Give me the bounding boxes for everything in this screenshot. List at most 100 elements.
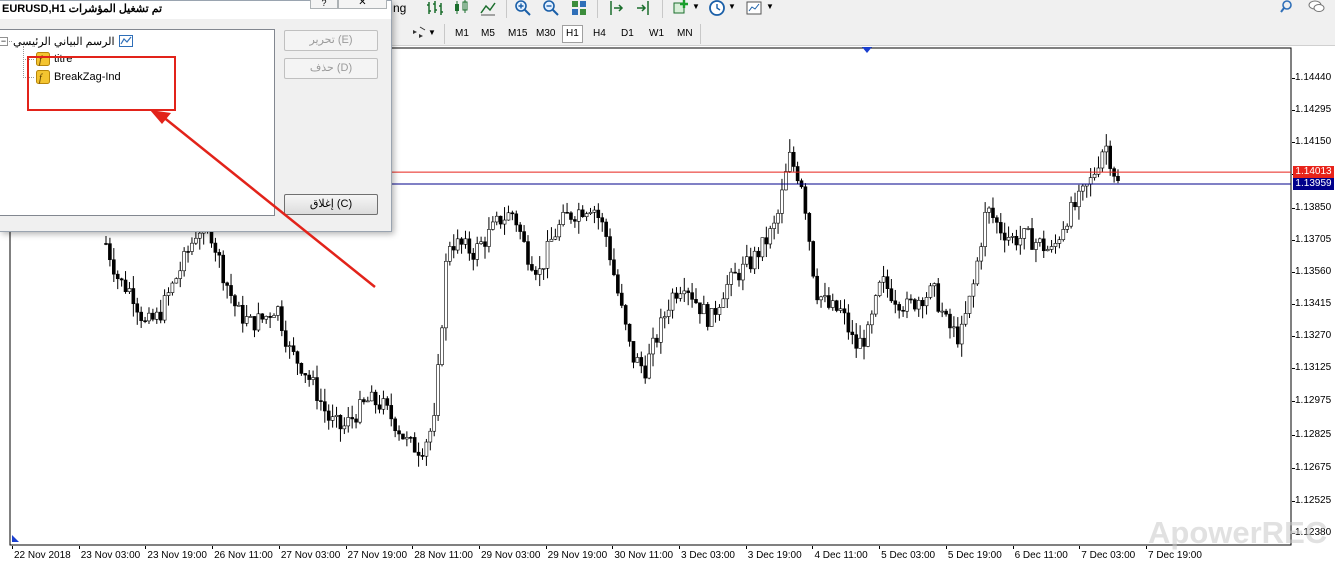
time-tick-mark xyxy=(679,546,681,549)
tree-root-node[interactable]: − الرسم البياني الرئيسي xyxy=(0,33,137,49)
time-tick-label: 7 Dec 03:00 xyxy=(1081,550,1136,561)
bear-candle-body xyxy=(627,323,632,342)
bear-candle-body xyxy=(733,271,737,274)
bear-candle-body xyxy=(530,264,534,271)
bear-candle-body xyxy=(186,251,190,253)
bear-candle-body xyxy=(1108,145,1112,169)
time-tick-label: 4 Dec 11:00 xyxy=(814,550,868,561)
bear-candle-body xyxy=(123,279,128,292)
chart-shift-icon[interactable] xyxy=(605,0,627,18)
bull-candle-body xyxy=(197,232,202,239)
bull-candle-body xyxy=(576,209,581,222)
candlestick-icon[interactable] xyxy=(450,0,472,18)
time-tick-label: 27 Nov 03:00 xyxy=(280,550,341,561)
time-tick-mark xyxy=(212,546,214,549)
delete-button[interactable]: حذف (D) xyxy=(284,58,378,79)
timeframe-h1-button[interactable]: H1 xyxy=(562,25,583,43)
timeframe-mn-button[interactable]: MN xyxy=(674,25,696,43)
zoom-in-icon[interactable] xyxy=(512,0,534,18)
indicators-dialog: EURUSD,H1 تم تشغيل المؤشرات ? ✕ − الرسم … xyxy=(0,0,392,232)
bull-candle-body xyxy=(330,416,335,421)
bull-candle-body xyxy=(194,237,198,244)
chat-icon[interactable] xyxy=(1305,0,1327,17)
bear-candle-body xyxy=(151,312,155,320)
search-icon[interactable] xyxy=(1277,0,1299,17)
bear-candle-body xyxy=(354,418,358,423)
timeframe-w1-button[interactable]: W1 xyxy=(646,25,667,43)
bear-candle-body xyxy=(233,295,237,307)
bear-candle-body xyxy=(389,405,394,420)
bull-candle-body xyxy=(729,271,733,285)
candle xyxy=(705,301,710,331)
bear-candle-body xyxy=(393,418,397,432)
tile-windows-icon[interactable] xyxy=(568,0,590,18)
bull-candle-body xyxy=(1022,228,1027,239)
bar-chart-icon[interactable] xyxy=(424,0,446,18)
help-button[interactable]: ? xyxy=(310,0,338,9)
close-window-button[interactable]: ✕ xyxy=(338,0,387,9)
bull-candle-body xyxy=(178,270,183,279)
bull-candle-body xyxy=(264,316,269,320)
autoscroll-icon[interactable] xyxy=(633,0,655,18)
edit-button[interactable]: تحرير (E) xyxy=(284,30,378,51)
time-tick-label: 29 Nov 03:00 xyxy=(480,550,541,561)
bull-candle-body xyxy=(365,400,370,403)
bear-candle-body xyxy=(323,401,327,412)
bear-candle-body xyxy=(995,217,999,223)
bull-candle-body xyxy=(784,171,788,191)
chevron-down-icon[interactable]: ▼ xyxy=(766,2,774,11)
collapse-icon[interactable]: − xyxy=(0,36,8,46)
bull-candle-body xyxy=(905,298,909,312)
objects-icon[interactable] xyxy=(408,23,430,43)
bear-candle-body xyxy=(108,243,112,261)
bear-candle-body xyxy=(737,272,741,281)
bear-candle-body xyxy=(112,259,116,275)
bull-candle-body xyxy=(557,224,562,238)
timeframe-m15-button[interactable]: M15 xyxy=(505,25,530,43)
bull-candle-body xyxy=(1092,173,1097,178)
chevron-down-icon[interactable]: ▼ xyxy=(428,28,436,37)
bear-candle-body xyxy=(338,414,343,430)
time-tick-mark xyxy=(945,546,947,549)
bull-candle-body xyxy=(1010,236,1015,238)
bull-candle-body xyxy=(877,281,882,296)
price-tick-label: 1.13270 xyxy=(1295,330,1332,342)
templates-icon[interactable] xyxy=(743,0,765,18)
price-tick-label: 1.13415 xyxy=(1295,298,1332,310)
bull-candle-body xyxy=(440,327,444,365)
time-tick-label: 7 Dec 19:00 xyxy=(1148,550,1202,561)
add-indicator-icon[interactable] xyxy=(670,0,692,18)
bull-candle-body xyxy=(1061,229,1066,240)
clock-icon[interactable] xyxy=(706,0,728,18)
bull-candle-body xyxy=(1084,183,1089,187)
bear-candle-body xyxy=(573,219,577,222)
bear-candle-body xyxy=(619,292,624,306)
bull-candle-body xyxy=(963,313,968,325)
timeframe-m5-button[interactable]: M5 xyxy=(478,25,498,43)
bear-candle-body xyxy=(268,316,272,318)
time-tick-label: 26 Nov 11:00 xyxy=(214,550,273,561)
bear-candle-body xyxy=(416,451,421,456)
chevron-down-icon[interactable]: ▼ xyxy=(692,2,700,11)
bear-candle-body xyxy=(225,282,229,286)
bull-candle-body xyxy=(346,417,351,427)
bull-candle-body xyxy=(475,243,479,260)
line-chart-icon[interactable] xyxy=(477,0,499,18)
chevron-down-icon[interactable]: ▼ xyxy=(728,2,736,11)
timeframe-d1-button[interactable]: D1 xyxy=(618,25,637,43)
bull-candle-body xyxy=(1045,249,1050,252)
bull-candle-body xyxy=(1038,238,1042,243)
bull-candle-body xyxy=(959,323,964,345)
timeframe-m30-button[interactable]: M30 xyxy=(533,25,558,43)
bear-candle-body xyxy=(534,269,538,275)
bear-candle-body xyxy=(315,377,319,401)
close-button[interactable]: إغلاق (C) xyxy=(284,194,378,215)
timeframe-m1-button[interactable]: M1 xyxy=(452,25,472,43)
bear-candle-body xyxy=(319,400,323,402)
price-tick-label: 1.12525 xyxy=(1295,494,1332,506)
bull-candle-body xyxy=(561,212,565,225)
timeframe-h4-button[interactable]: H4 xyxy=(590,25,609,43)
bear-candle-body xyxy=(350,417,354,420)
bull-candle-body xyxy=(1065,225,1070,230)
zoom-out-icon[interactable] xyxy=(540,0,562,18)
